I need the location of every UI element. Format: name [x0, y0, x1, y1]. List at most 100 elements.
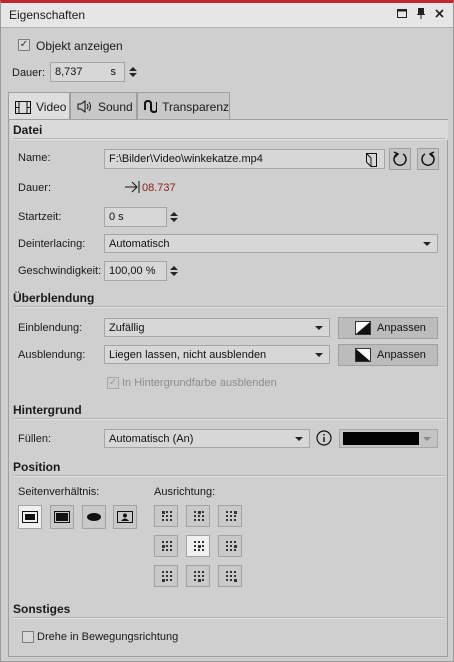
divider: [13, 418, 445, 420]
rotate-left-button[interactable]: [389, 148, 411, 170]
info-icon[interactable]: [316, 430, 332, 446]
fill-label: Füllen:: [18, 433, 52, 445]
duration-stepper[interactable]: [127, 63, 139, 81]
divider: [13, 617, 445, 619]
chevron-down-icon: [423, 437, 431, 441]
speaker-icon: [77, 100, 91, 113]
align-bottom-right-button[interactable]: [218, 565, 242, 587]
bg-fade-checkbox[interactable]: ✓: [107, 377, 119, 389]
open-file-icon[interactable]: [366, 153, 377, 167]
fade-out-select[interactable]: Liegen lassen, nicht ausblenden: [104, 345, 330, 364]
chevron-down-icon: [315, 326, 323, 330]
start-time-label: Startzeit:: [18, 211, 62, 223]
tab-sound[interactable]: Sound: [70, 92, 137, 120]
tab-sound-label: Sound: [98, 99, 133, 114]
stepper-down-icon[interactable]: [129, 73, 137, 77]
tab-video[interactable]: Video: [8, 92, 70, 121]
fill-value: Automatisch (An): [109, 432, 194, 445]
align-center-icon: [194, 541, 204, 551]
fade-in-adjust-button[interactable]: Anpassen: [338, 317, 438, 339]
align-top-center-button[interactable]: [186, 505, 210, 527]
align-middle-left-button[interactable]: [154, 535, 178, 557]
ratio-portrait-button[interactable]: [113, 505, 137, 529]
film-icon: [15, 100, 31, 114]
stepper-down-icon[interactable]: [170, 218, 178, 222]
fade-out-adjust-button[interactable]: Anpassen: [338, 344, 438, 366]
rotate-left-icon: [393, 151, 407, 166]
bg-fade-label: In Hintergrundfarbe ausblenden: [122, 377, 277, 389]
fade-in-select[interactable]: Zufällig: [104, 318, 330, 337]
speed-value: 100,00 %: [109, 265, 156, 277]
close-icon[interactable]: [434, 7, 445, 20]
ratio-fill-button[interactable]: [50, 505, 74, 529]
tab-transparency[interactable]: Transparenz: [137, 92, 230, 120]
minimize-icon[interactable]: [396, 7, 407, 20]
transparency-icon: [144, 100, 158, 113]
ratio-oval-button[interactable]: [82, 505, 106, 529]
align-top-right-icon: [226, 511, 237, 521]
divider: [13, 475, 445, 477]
speed-input[interactable]: 100,00 %: [104, 261, 167, 281]
align-bottom-center-button[interactable]: [186, 565, 210, 587]
chevron-down-icon: [423, 242, 431, 246]
align-top-right-button[interactable]: [218, 505, 242, 527]
section-position-heading: Position: [13, 460, 61, 474]
properties-window: Eigenschaften ✓ Objekt anzeigen Dauer: 8…: [0, 0, 454, 662]
chevron-down-icon: [315, 353, 323, 357]
fade-in-value: Zufällig: [109, 321, 145, 334]
deinterlacing-label: Deinterlacing:: [18, 238, 86, 250]
title-bar: Eigenschaften: [1, 3, 453, 28]
align-bottom-left-icon: [162, 571, 172, 582]
stepper-up-icon[interactable]: [170, 212, 178, 216]
fit-icon: [22, 511, 38, 523]
show-object-label: Objekt anzeigen: [36, 39, 123, 53]
stepper-up-icon[interactable]: [129, 67, 137, 71]
start-time-value: 0 s: [109, 211, 124, 223]
align-bottom-left-button[interactable]: [154, 565, 178, 587]
fade-in-label: Einblendung:: [18, 322, 83, 334]
tab-transparency-label: Transparenz: [162, 99, 229, 114]
fill-color-picker[interactable]: [339, 429, 438, 448]
stepper-up-icon[interactable]: [170, 266, 178, 270]
fade-out-adjust-label: Anpassen: [377, 349, 426, 361]
align-top-center-icon: [194, 511, 204, 521]
tab-video-label: Video: [36, 100, 67, 114]
fill-color-swatch: [343, 432, 419, 445]
pin-icon[interactable]: [415, 7, 426, 20]
arrow-to-end-icon: [125, 181, 140, 193]
name-label: Name:: [18, 152, 51, 164]
align-middle-right-button[interactable]: [218, 535, 242, 557]
rotate-right-icon: [421, 151, 435, 166]
file-duration-label: Dauer:: [18, 182, 52, 194]
stepper-down-icon[interactable]: [170, 272, 178, 276]
divider: [13, 306, 445, 308]
start-time-stepper[interactable]: [168, 208, 180, 226]
align-center-button[interactable]: [186, 535, 210, 557]
show-object-checkbox[interactable]: ✓: [18, 39, 30, 51]
name-field[interactable]: F:\Bilder\Video\winkekatze.mp4: [104, 149, 385, 169]
section-position: Position: [10, 457, 448, 477]
align-bottom-right-icon: [226, 571, 237, 582]
align-middle-left-icon: [162, 541, 172, 551]
fade-out-label: Ausblendung:: [18, 349, 86, 361]
fade-in-adjust-label: Anpassen: [377, 322, 426, 334]
align-top-left-button[interactable]: [154, 505, 178, 527]
speed-stepper[interactable]: [168, 262, 180, 280]
deinterlacing-select[interactable]: Automatisch: [104, 234, 438, 253]
fill-select[interactable]: Automatisch (An): [104, 429, 310, 448]
portrait-icon: [117, 511, 133, 523]
section-datei-heading: Datei: [13, 123, 43, 137]
duration-value: 8,737: [55, 66, 83, 78]
rotate-right-button[interactable]: [417, 148, 439, 170]
fade-out-value: Liegen lassen, nicht ausblenden: [109, 348, 267, 361]
section-blend-heading: Überblendung: [13, 291, 95, 305]
video-panel: Datei Name: F:\Bilder\Video\winkekatze.m…: [8, 119, 448, 657]
section-datei: Datei: [10, 120, 448, 140]
rotate-motion-checkbox[interactable]: [22, 631, 34, 643]
alignment-label: Ausrichtung:: [154, 486, 216, 498]
ratio-fit-button[interactable]: [18, 505, 42, 529]
start-time-input[interactable]: 0 s: [104, 207, 167, 227]
oval-icon: [87, 513, 101, 521]
duration-unit: s: [110, 66, 117, 78]
duration-input[interactable]: 8,737 s: [50, 62, 125, 82]
